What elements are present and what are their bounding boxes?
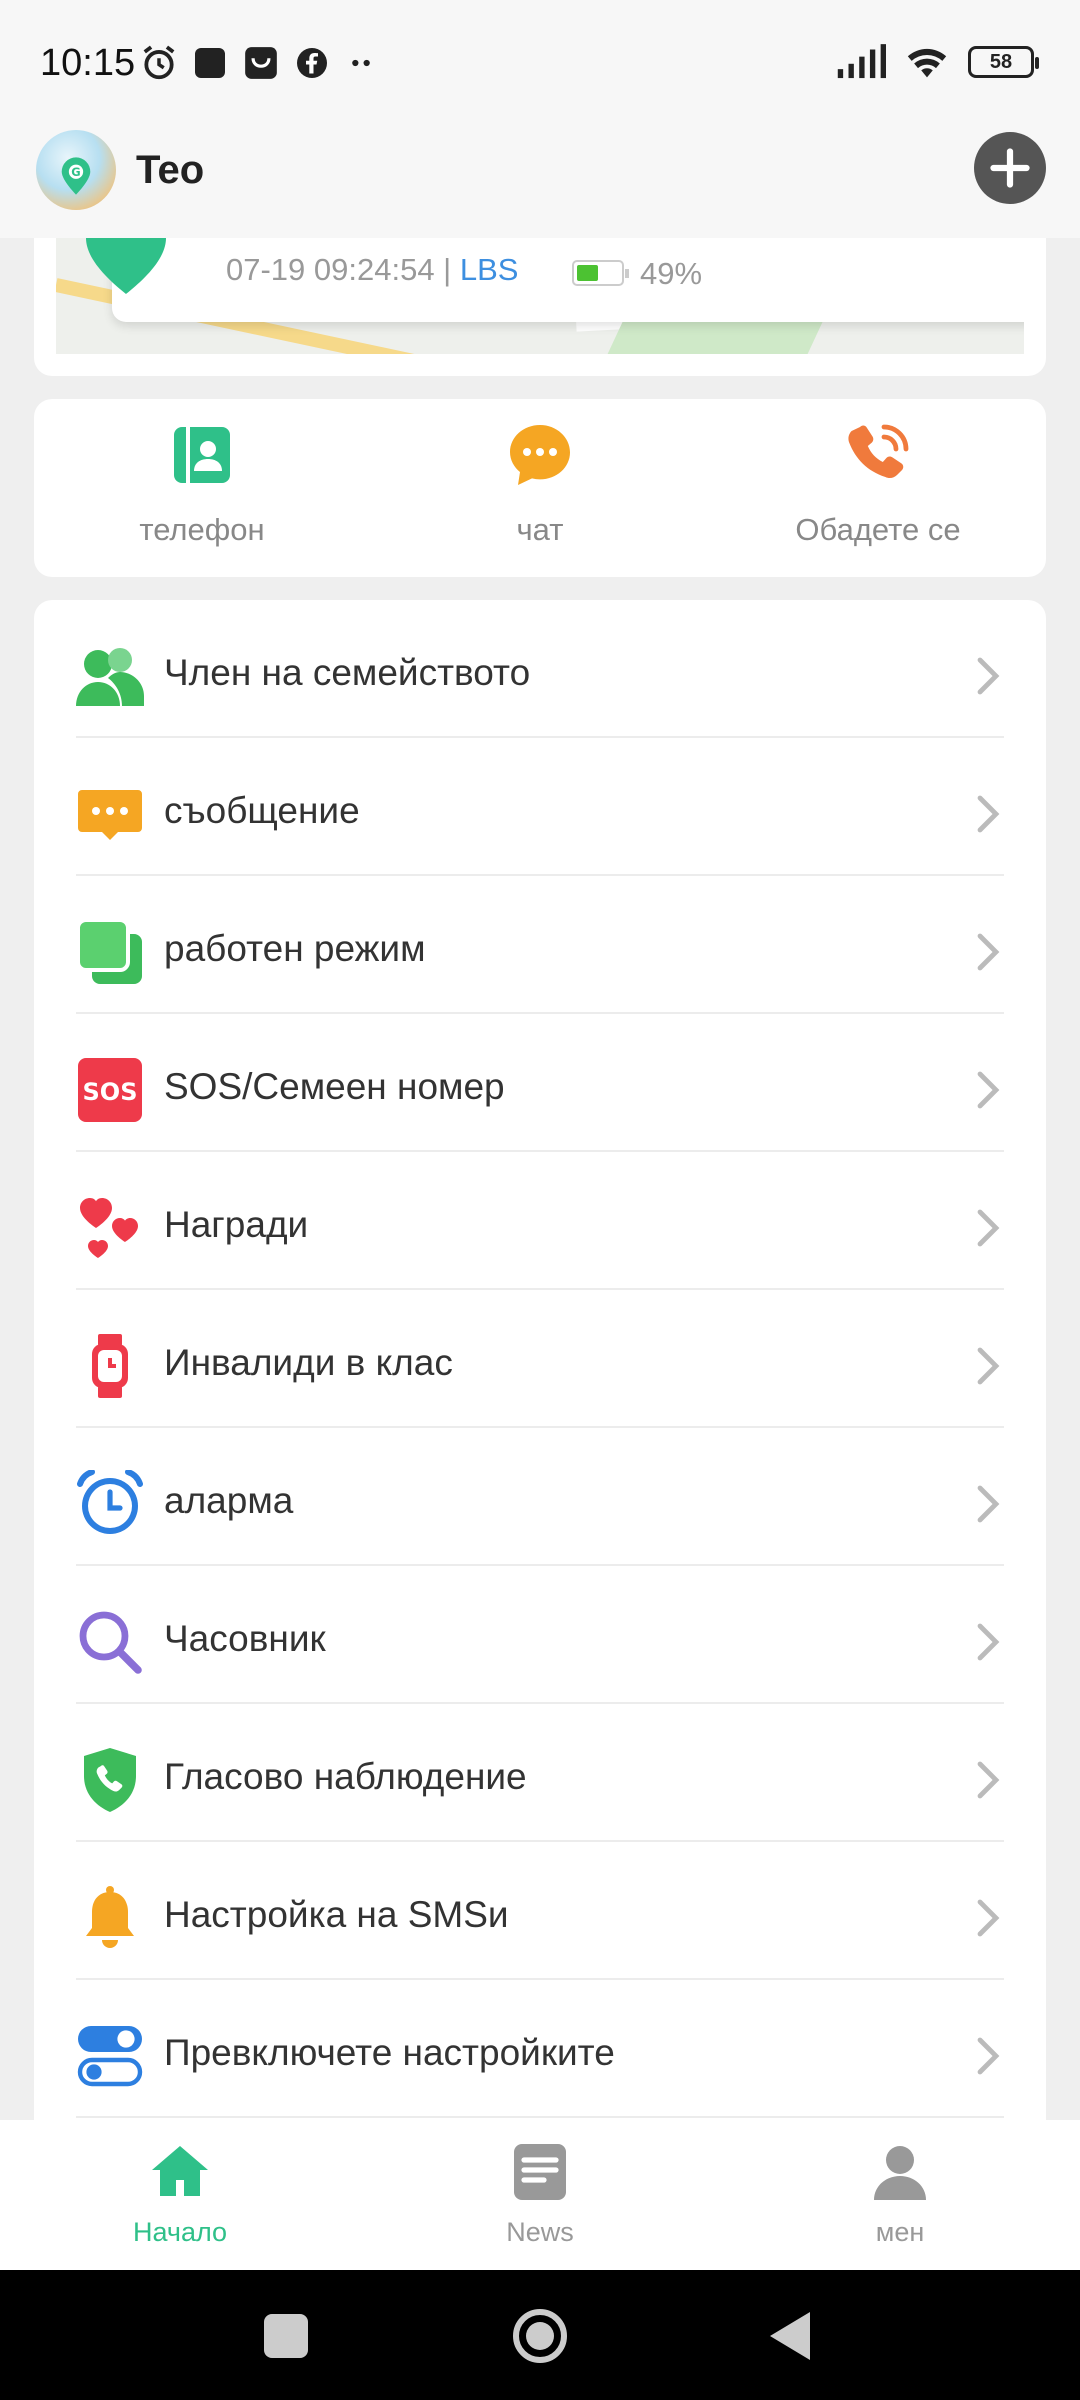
menu-item-watch-finder[interactable]: Часовник [76,1566,1004,1704]
add-device-button[interactable] [974,132,1046,204]
sos-badge-text: SOS [83,1078,138,1106]
menu-item-class-disable[interactable]: Инвалиди в клас [76,1290,1004,1428]
quick-action-phone-label: телефон [139,512,265,547]
search-icon [79,1611,142,1674]
family-member-icon [76,648,144,706]
work-mode-icon [76,918,142,984]
home-button[interactable] [510,2306,570,2366]
chevron-right-icon [977,1209,1000,1247]
avatar-pin-icon: G [61,157,91,195]
map-view[interactable] [56,238,1024,354]
alarm-icon [143,45,175,80]
battery-icon: 58 [968,46,1039,78]
status-time: 10:15 [40,42,136,84]
svg-text:G: G [71,165,80,179]
bell-icon [86,1886,134,1948]
chevron-right-icon [977,1347,1000,1385]
message-icon [78,790,142,840]
chevron-right-icon [977,1485,1000,1523]
quick-action-call-label: Обадете се [795,512,961,547]
menu-item-message[interactable]: съобщение [76,738,1004,876]
location-source: LBS [459,252,519,287]
shop-icon [245,47,277,79]
chevron-right-icon [977,657,1000,695]
quick-action-chat-label: чат [516,512,564,547]
bottom-nav: Начало News мен [0,2120,1080,2270]
menu-item-sos[interactable]: SOS SOS/Семеен номер [76,1014,1004,1152]
contacts-icon [174,427,230,483]
shield-phone-icon [84,1748,136,1812]
chevron-right-icon [977,2037,1000,2075]
wifi-icon [907,48,947,78]
nav-me[interactable]: мен [800,2140,1000,2248]
menu-item-label: Награди [164,1204,309,1245]
quick-action-chat[interactable]: чат [420,421,660,548]
nav-news[interactable]: News [440,2140,640,2248]
quick-action-call[interactable]: Обадете се [758,421,998,548]
chevron-right-icon [977,1623,1000,1661]
home-icon [152,2146,208,2196]
menu-item-label: съобщение [164,790,360,831]
menu-item-alarm[interactable]: аларма [76,1428,1004,1566]
watch-icon [92,1334,128,1398]
menu-item-switch-settings[interactable]: Превключете настройките [76,1980,1004,2118]
menu-item-label: Настройка на SMSи [164,1894,509,1935]
sos-icon: SOS [78,1058,142,1122]
menu-item-work-mode[interactable]: работен режим [76,876,1004,1014]
chevron-right-icon [977,1761,1000,1799]
plus-icon [990,148,1030,188]
device-name: Teo [136,148,205,192]
menu-item-label: SOS/Семеен номер [164,1066,505,1107]
menu-item-label: Гласово наблюдение [164,1756,527,1797]
app-icon [195,48,225,78]
quick-action-phone[interactable]: телефон [82,421,322,548]
toggle-icon [77,2026,143,2087]
menu-item-family-member[interactable]: Член на семейството [76,600,1004,738]
menu-item-label: Превключете настройките [164,2032,615,2073]
back-button[interactable] [762,2306,822,2366]
menu-item-label: аларма [164,1480,294,1521]
chevron-right-icon [977,795,1000,833]
status-icons-left [140,44,378,82]
nav-me-label: мен [875,2217,925,2247]
chat-bubble-icon [510,425,570,485]
quick-actions-card: телефон чат Обадете се [34,399,1046,577]
menu-item-label: Инвалиди в клас [164,1342,453,1383]
device-battery-fill [577,265,598,281]
nav-home-label: Начало [132,2217,228,2247]
hearts-icon [80,1198,138,1258]
menu-item-label: Член на семейството [164,652,531,693]
alarm-clock-icon [77,1470,143,1534]
person-icon [874,2146,926,2200]
device-battery-icon [572,260,629,286]
nav-news-label: News [506,2217,574,2247]
chevron-right-icon [977,1071,1000,1109]
system-navigation-bar [0,2270,1080,2400]
map-card [34,238,1046,376]
menu-item-label: работен режим [164,928,426,969]
location-pin-icon [86,238,166,294]
chevron-right-icon [977,933,1000,971]
location-timestamp: 07-19 09:24:54 | LBS [226,252,519,287]
status-bar: 10:15 58 [0,0,1080,118]
status-icons-right: 58 [836,44,1039,80]
more-dots-icon [352,59,370,67]
recents-button[interactable] [256,2306,316,2366]
avatar[interactable]: G [36,130,116,210]
app-header: G Teo [0,118,1080,238]
settings-menu: Член на семейството съобщение работен ре… [34,600,1046,2120]
menu-item-sms-settings[interactable]: Настройка на SMSи [76,1842,1004,1980]
news-icon [514,2144,566,2200]
nav-home[interactable]: Начало [80,2140,280,2248]
menu-item-label: Часовник [164,1618,326,1659]
facebook-icon [297,48,327,78]
menu-item-rewards[interactable]: Награди [76,1152,1004,1290]
chevron-right-icon [977,1899,1000,1937]
menu-item-voice-monitor[interactable]: Гласово наблюдение [76,1704,1004,1842]
signal-icon [837,44,886,79]
device-battery-percent: 49% [640,256,703,291]
phone-call-icon [848,424,909,479]
